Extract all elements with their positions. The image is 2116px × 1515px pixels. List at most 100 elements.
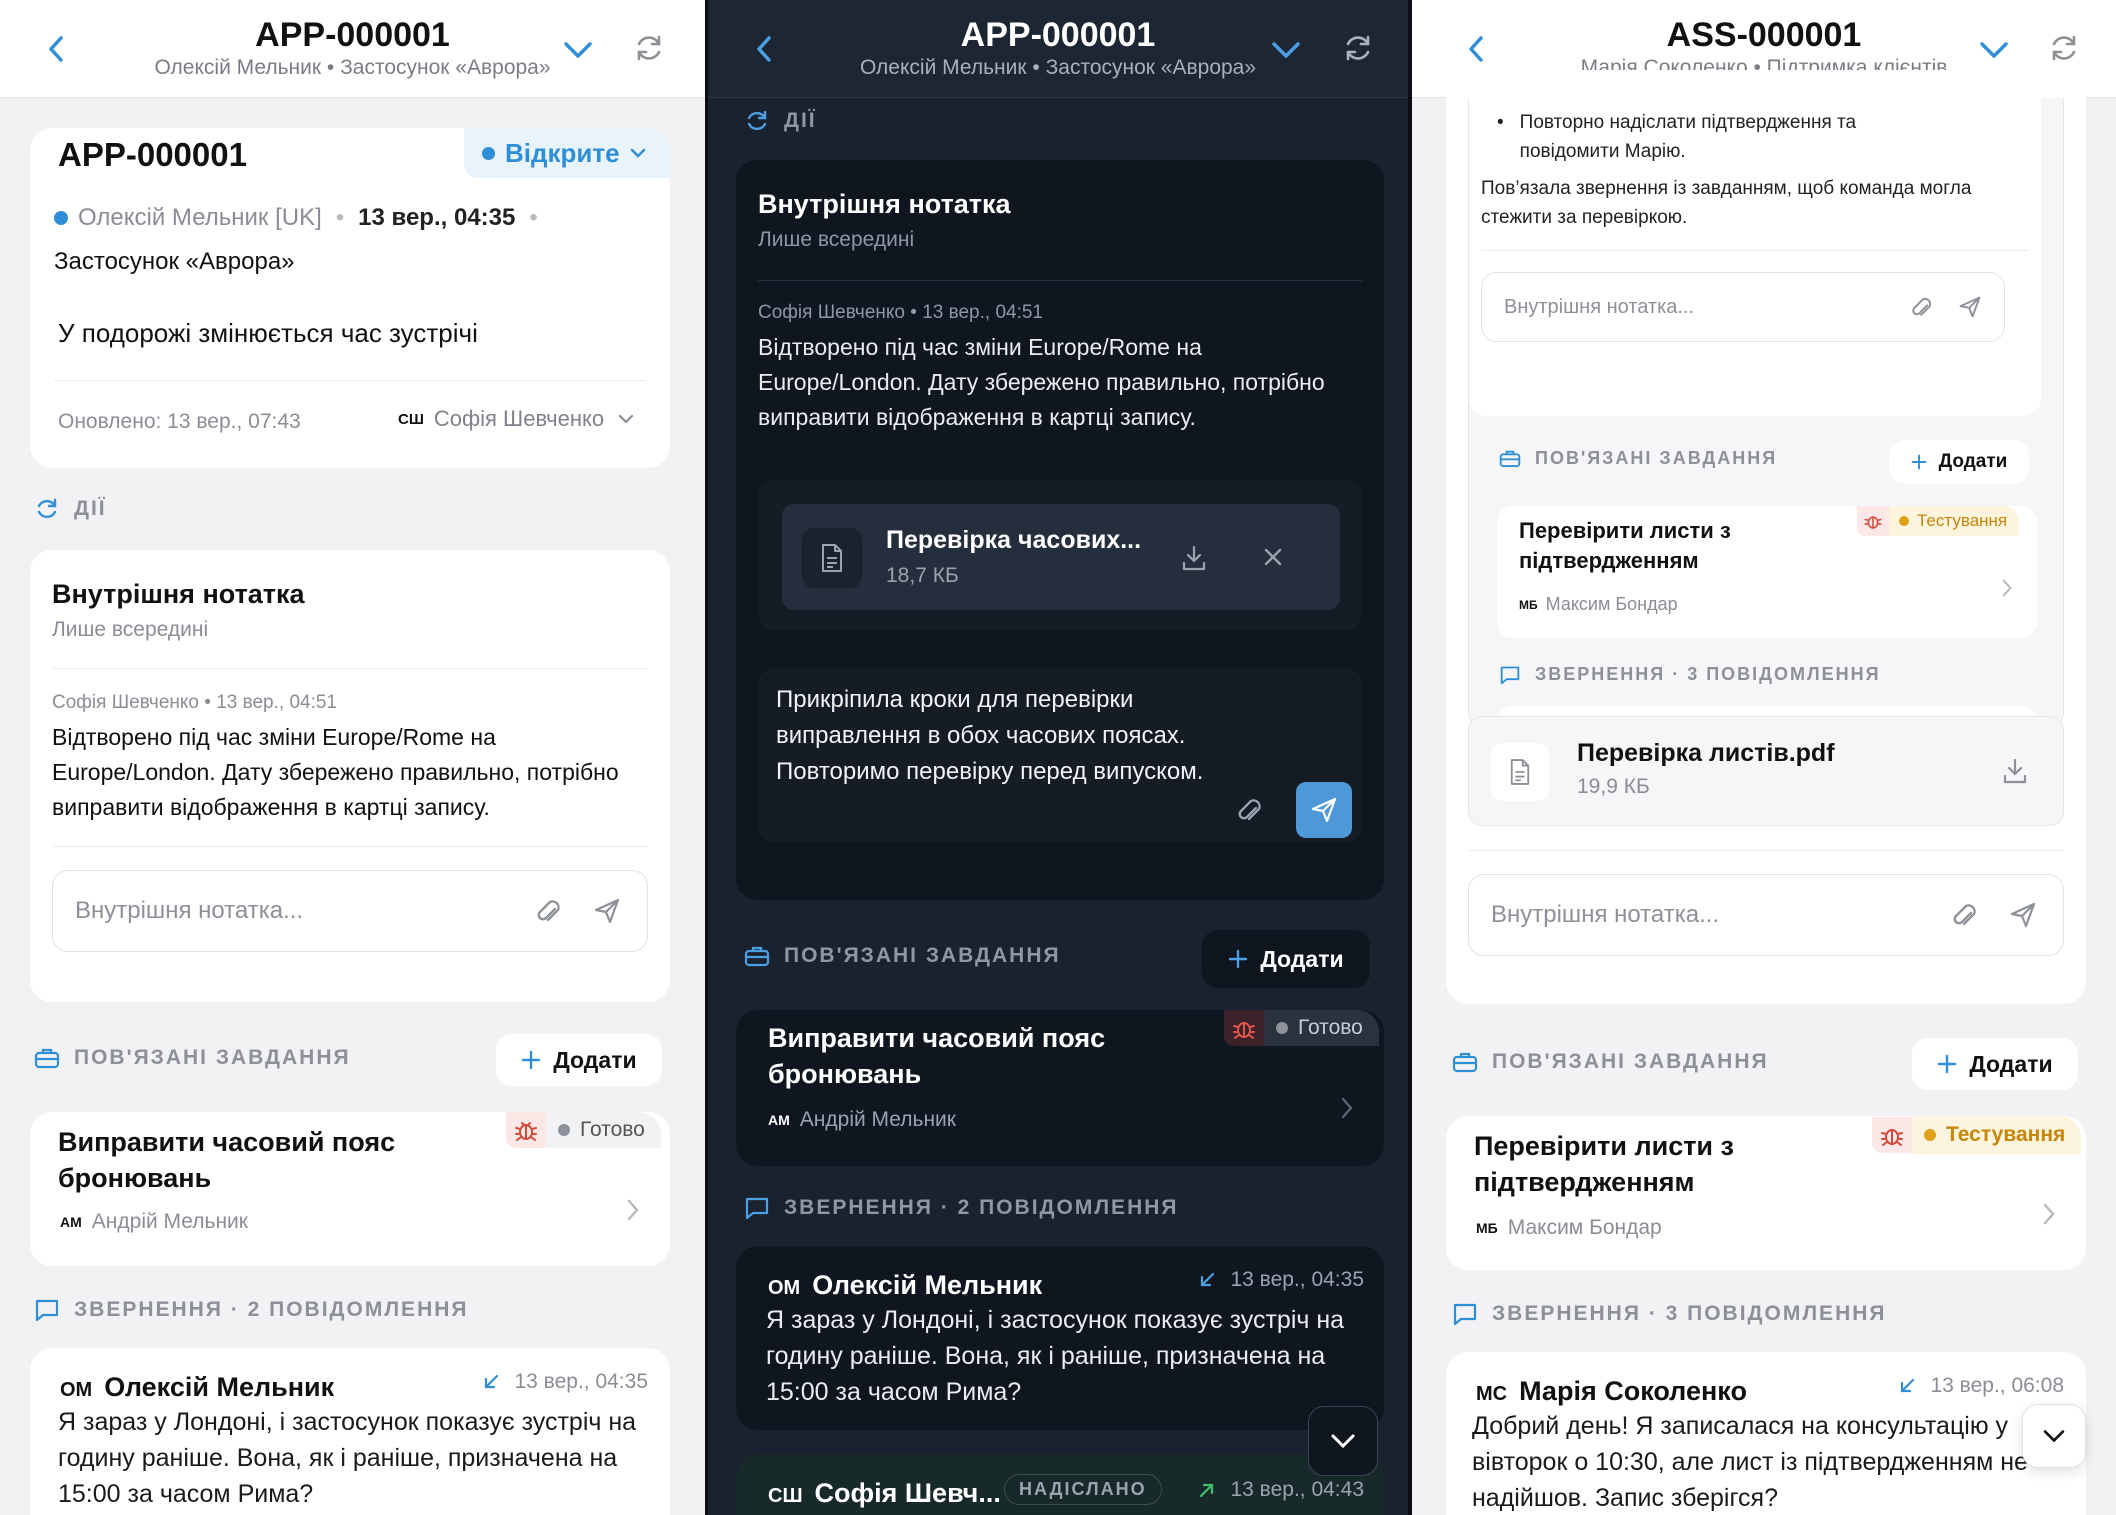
- chevron-down-icon: [1331, 1434, 1355, 1449]
- message-initials: ОМ: [768, 1277, 801, 1299]
- note-input[interactable]: Внутрішня нотатка...: [52, 870, 648, 952]
- refresh-icon[interactable]: [1342, 32, 1374, 64]
- bug-icon: [1872, 1117, 1912, 1153]
- related-tasks-label-text: ПОВ'ЯЗАНІ ЗАВДАННЯ: [74, 1046, 351, 1069]
- attachment-name: Перевірка часових...: [886, 526, 1142, 554]
- close-icon[interactable]: [1262, 546, 1284, 568]
- related-task-card[interactable]: Виправити часовий пояс бронювань Готово …: [30, 1112, 670, 1266]
- scroll-down-button[interactable]: [1308, 1406, 1378, 1476]
- chevron-down-icon[interactable]: [562, 36, 594, 64]
- task-status-label: Готово: [1298, 1016, 1363, 1039]
- message-author: СШ Софія Шевч...: [768, 1478, 1001, 1509]
- briefcase-icon: [744, 946, 770, 967]
- paperclip-icon[interactable]: [535, 897, 563, 927]
- status-dot: [1899, 516, 1909, 526]
- sent-badge: НАДІСЛАНО: [1004, 1474, 1162, 1505]
- related-task-card[interactable]: Перевірити листи з підтвердженням Тестув…: [1497, 506, 2037, 638]
- send-button[interactable]: [1296, 782, 1352, 838]
- task-title: Виправити часовий пояс бронювань: [58, 1127, 396, 1193]
- note-title: Внутрішня нотатка: [758, 189, 1011, 219]
- ticket-date: 13 вер., 04:35: [358, 204, 516, 231]
- message-time-text: 13 вер., 04:35: [514, 1370, 648, 1393]
- status-dot: [558, 1124, 570, 1136]
- briefcase-icon: [1452, 1052, 1478, 1073]
- message-time-text: 13 вер., 04:43: [1230, 1478, 1364, 1501]
- task-assignee: МБ Максим Бондар: [1476, 1216, 1662, 1240]
- add-task-button[interactable]: Додати: [496, 1034, 662, 1086]
- conversation-label-text: ЗВЕРНЕННЯ · 2 ПОВІДОМЛЕННЯ: [784, 1196, 1179, 1219]
- add-task-button[interactable]: Додати: [1912, 1038, 2078, 1090]
- note-input[interactable]: Внутрішня нотатка...: [1481, 272, 2005, 342]
- attachment-chip[interactable]: Перевірка часових... 18,7 КБ: [782, 504, 1340, 610]
- status-dot: [1276, 1022, 1288, 1034]
- note-subtitle: Лише всередині: [758, 228, 915, 251]
- add-task-label: Додати: [1969, 1050, 2053, 1077]
- refresh-icon[interactable]: [633, 32, 665, 64]
- note-input-placeholder: Внутрішня нотатка...: [1504, 295, 1695, 318]
- task-title: Перевірити листи з підтвердженням: [1519, 518, 1731, 573]
- send-icon[interactable]: [593, 897, 621, 925]
- scroll-down-button[interactable]: [2022, 1404, 2086, 1468]
- chevron-down-icon: [630, 148, 645, 158]
- related-tasks-label: ПОВ'ЯЗАНІ ЗАВДАННЯ: [1452, 1050, 1769, 1074]
- message-time-text: 13 вер., 04:35: [1230, 1268, 1364, 1291]
- chevron-down-icon: [2043, 1430, 2065, 1443]
- add-task-button[interactable]: Додати: [1889, 440, 2029, 484]
- header-subtitle: Олексій Мельник • Застосунок «Аврора»: [154, 56, 551, 79]
- header-title: APP-000001: [255, 16, 450, 54]
- paperclip-icon[interactable]: [1951, 901, 1979, 931]
- related-task-card[interactable]: Виправити часовий пояс бронювань Готово …: [736, 1010, 1384, 1166]
- paperclip-icon[interactable]: [1236, 796, 1264, 826]
- incoming-arrow-icon: [485, 1374, 499, 1389]
- related-tasks-label-text: ПОВ'ЯЗАНІ ЗАВДАННЯ: [784, 944, 1061, 967]
- refresh-icon[interactable]: [2048, 32, 2080, 64]
- conversation-label-text: ЗВЕРНЕННЯ · 3 ПОВІДОМЛЕННЯ: [1492, 1302, 1887, 1325]
- send-icon[interactable]: [1958, 295, 1982, 319]
- task-status: Готово: [506, 1112, 661, 1148]
- attachment-chip[interactable]: Перевірка листів.pdf 19,9 КБ: [1468, 716, 2064, 826]
- ticket-panel-support: ASS-000001 Марія Соколенко • Підтримка к…: [1412, 0, 2116, 1515]
- download-icon[interactable]: [2001, 757, 2029, 785]
- plus-icon: [1229, 949, 1248, 969]
- note-draft-input[interactable]: Прикріпила кроки для перевірки виправлен…: [758, 668, 1362, 842]
- paperclip-icon[interactable]: [1910, 295, 1934, 321]
- chat-bubble-icon: [1500, 666, 1520, 684]
- message-author: МС Марія Соколенко: [1476, 1376, 1747, 1407]
- note-input-placeholder: Внутрішня нотатка...: [75, 897, 304, 924]
- customer-name[interactable]: Олексій Мельник [UK]: [78, 204, 322, 232]
- internal-note-card: Внутрішня нотатка Лише всередині Софія Ш…: [736, 160, 1384, 900]
- attachment-name: Перевірка листів.pdf: [1577, 739, 1835, 767]
- add-task-button[interactable]: Додати: [1202, 930, 1370, 988]
- status-dropdown[interactable]: Відкрите: [464, 128, 670, 178]
- send-icon[interactable]: [2009, 901, 2037, 929]
- customer-dot: [54, 211, 68, 225]
- note-text: Відтворено під час зміни Europe/Rome на …: [758, 334, 1325, 430]
- chevron-down-icon[interactable]: [1978, 36, 2010, 64]
- conversation-label-text: ЗВЕРНЕННЯ · 2 ПОВІДОМЛЕННЯ: [74, 1298, 469, 1321]
- note-text: Пов’язала звернення із завданням, щоб ко…: [1481, 178, 1972, 228]
- conversation-label-text: ЗВЕРНЕННЯ · 3 ПОВІДОМЛЕННЯ: [1535, 664, 1881, 684]
- note-input[interactable]: Внутрішня нотатка...: [1468, 874, 2064, 956]
- task-assignee-name: Андрій Мельник: [91, 1210, 248, 1233]
- conversation-label: ЗВЕРНЕННЯ · 3 ПОВІДОМЛЕННЯ: [1452, 1302, 1887, 1326]
- related-task-card[interactable]: Перевірити листи з підтвердженням Тестув…: [1446, 1116, 2086, 1270]
- download-icon[interactable]: [1180, 544, 1208, 572]
- assignee-dropdown[interactable]: СШ Софія Шевченко: [398, 406, 634, 432]
- actions-section-label: ДІЇ: [34, 496, 107, 522]
- actions-section-label: ДІЇ: [744, 108, 817, 134]
- add-task-label: Додати: [1260, 945, 1344, 972]
- bug-icon: [506, 1112, 546, 1148]
- chat-bubble-icon: [745, 1197, 769, 1220]
- file-icon: [1491, 743, 1549, 801]
- task-assignee-name: Андрій Мельник: [799, 1108, 956, 1131]
- message-initials: СШ: [768, 1485, 803, 1507]
- outgoing-arrow-icon: [1200, 1483, 1214, 1498]
- assignee-name: Софія Шевченко: [433, 406, 605, 431]
- message-card-sent: СШ Софія Шевч... НАДІСЛАНО 13 вер., 04:4…: [736, 1454, 1384, 1515]
- note-meta: Софія Шевченко • 13 вер., 04:51: [758, 302, 1043, 323]
- chevron-down-icon[interactable]: [1270, 36, 1302, 64]
- task-assignee: АМ Андрій Мельник: [768, 1108, 956, 1132]
- message-card: МС Марія Соколенко 13 вер., 06:08 Добрий…: [1446, 1352, 2086, 1515]
- task-status-label: Тестування: [1917, 511, 2008, 530]
- task-status-label: Тестування: [1946, 1123, 2066, 1146]
